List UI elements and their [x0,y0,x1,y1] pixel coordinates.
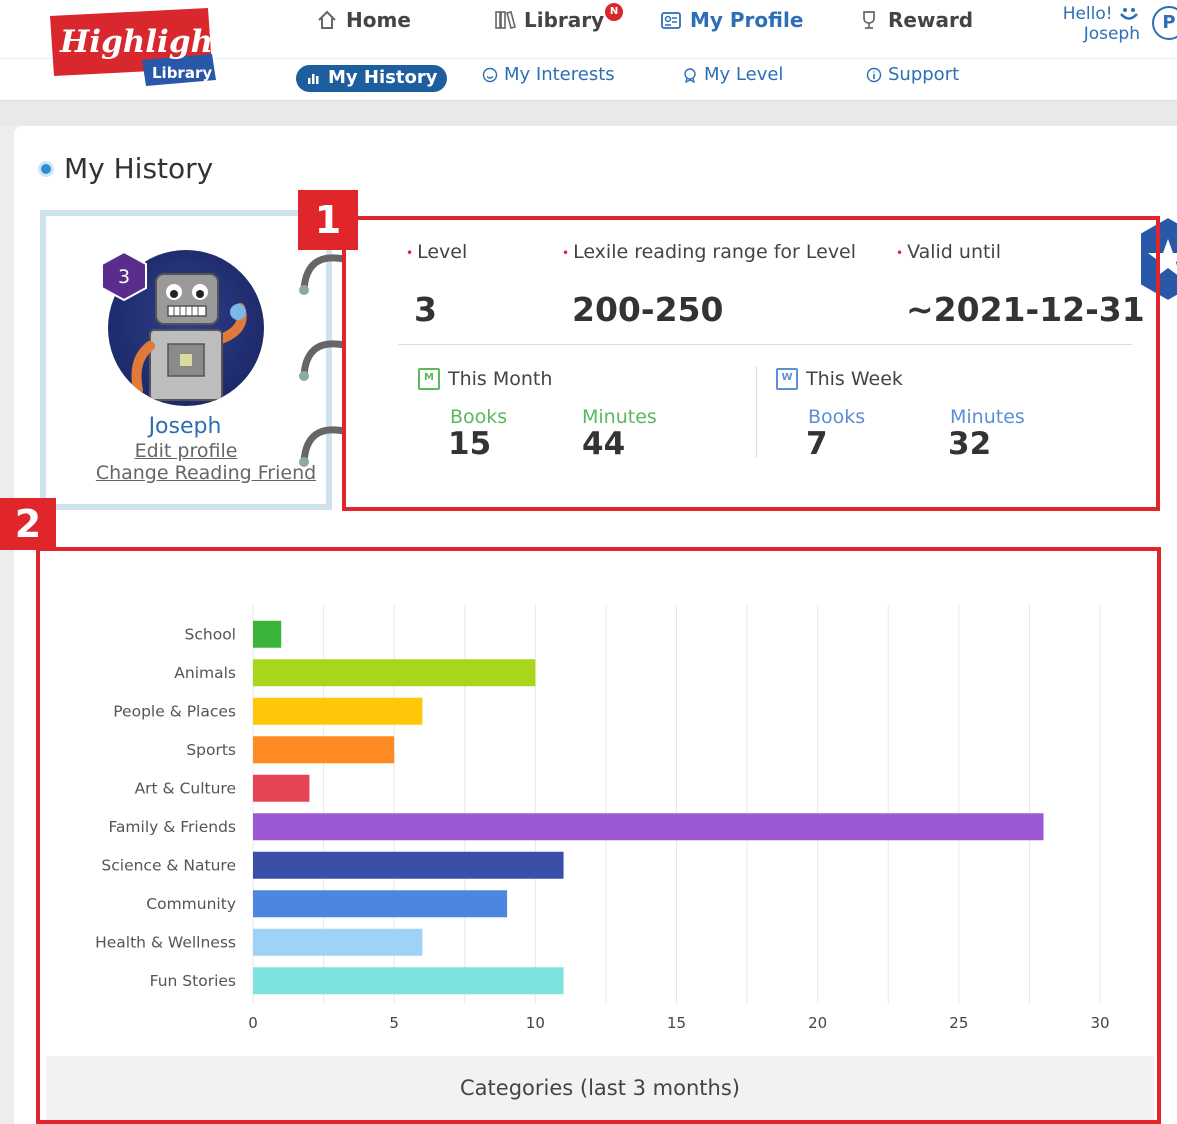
nav-reward-label: Reward [888,8,974,32]
profile-card-icon [661,12,681,29]
home-icon [318,10,336,29]
subnav-my-level[interactable]: My Level [682,64,783,85]
page-title-text: My History [64,152,214,185]
nav-reward[interactable]: Reward [858,8,973,32]
subnav-my-history-label: My History [328,67,438,88]
edit-profile-link[interactable]: Edit profile [36,440,336,462]
greeting-text: Hello! [1062,4,1113,24]
books-icon [495,11,516,29]
smile-face-icon [482,67,498,82]
title-bullet-icon [38,160,54,177]
greeting-username: Joseph [1083,24,1140,44]
subnav-support-label: Support [888,64,960,85]
nav-library[interactable]: Library [494,8,604,32]
decorative-pattern-strip [0,100,1177,126]
annotation-box-1 [342,216,1160,511]
logo-main-text: Highlights [59,24,216,60]
subnav-support[interactable]: Support [866,64,959,85]
subnav-my-interests[interactable]: My Interests [482,64,615,85]
bar-chart-icon [308,73,319,84]
subnav-my-level-label: My Level [704,64,784,85]
profile-name: Joseph [148,414,222,439]
user-greeting[interactable]: Hello! Joseph [1040,4,1140,44]
annotation-badge-1: 1 [298,190,358,250]
subnav-my-history[interactable]: My History [296,65,448,92]
nav-my-profile[interactable]: My Profile [660,8,803,32]
subnav-my-interests-label: My Interests [504,64,615,85]
library-new-badge: N [605,3,623,21]
nav-my-profile-label: My Profile [690,8,804,32]
nav-home[interactable]: Home [316,8,411,32]
trophy-icon [863,11,875,29]
info-icon [866,67,882,82]
nav-home-label: Home [346,8,411,32]
highlights-library-logo[interactable]: Highlights Library [46,6,245,90]
page-title: My History [38,152,213,185]
annotation-box-2 [36,547,1161,1124]
nav-library-label: Library [524,8,605,32]
smile-icon [1120,8,1138,20]
logo-sub-text: Library [152,64,212,82]
medal-icon [684,67,696,83]
level-badge-number: 3 [118,266,130,288]
annotation-badge-2: 2 [0,498,56,550]
level-badge: 3 [98,250,150,302]
